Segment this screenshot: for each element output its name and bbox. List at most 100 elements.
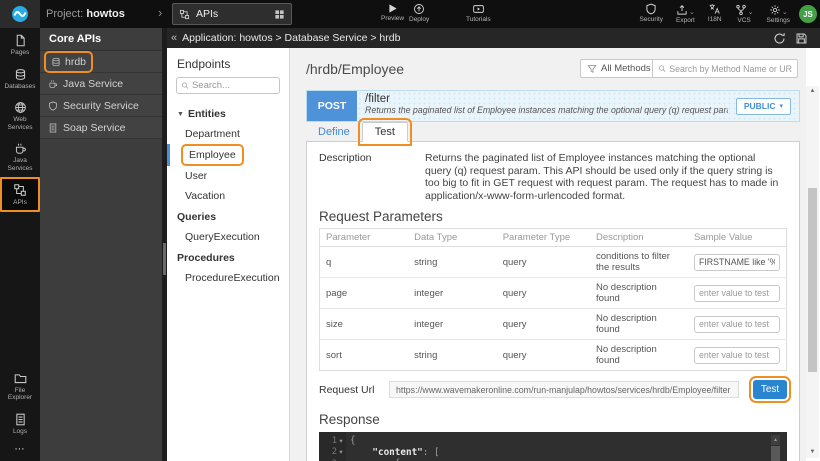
user-avatar[interactable]: JS xyxy=(799,5,817,23)
project-name: Project: howtos xyxy=(46,8,125,20)
sidebar-item-apis[interactable]: APIs xyxy=(0,177,40,212)
save-icon[interactable] xyxy=(795,32,808,45)
tutorials-button[interactable]: Tutorials xyxy=(466,3,491,23)
breadcrumb: Application: howtos > Database Service >… xyxy=(182,32,773,44)
endpoint-item-user[interactable]: User xyxy=(167,166,289,186)
topbar-right-actions: Security ⌄ Export I18N ⌄ VCS ⌄ Settings xyxy=(640,3,790,24)
method-search[interactable] xyxy=(652,59,798,78)
more-options-icon[interactable]: ⋯ xyxy=(0,440,40,461)
services-panel: Core APIs hrdb Java Service Security Ser… xyxy=(40,28,162,461)
param-data-type: string xyxy=(408,247,497,278)
table-row-size: size integer query No description found xyxy=(320,309,787,340)
param-data-type: string xyxy=(408,340,497,371)
endpoint-item-vacation[interactable]: Vacation xyxy=(167,186,289,206)
deploy-button[interactable]: Deploy xyxy=(409,3,429,23)
nav-chevron-icon: › xyxy=(158,5,162,20)
sample-value-input-q[interactable] xyxy=(694,254,780,271)
param-description: No description found xyxy=(590,340,688,371)
method-search-input[interactable] xyxy=(669,64,792,74)
endpoint-item-employee[interactable]: Employee xyxy=(167,144,289,166)
folder-icon xyxy=(14,372,27,385)
chevron-down-icon: ⌄ xyxy=(689,8,695,16)
service-item-soap-service[interactable]: Soap Service xyxy=(40,117,162,139)
service-item-java-service[interactable]: Java Service xyxy=(40,73,162,95)
request-parameters-heading: Request Parameters xyxy=(319,209,787,224)
sample-value-input-sort[interactable] xyxy=(694,347,780,364)
param-description: No description found xyxy=(590,309,688,340)
code-line: { xyxy=(350,435,787,447)
request-url-input[interactable] xyxy=(389,381,739,398)
sidebar-item-file-explorer[interactable]: File Explorer xyxy=(0,366,40,407)
page-title: /hrdb/Employee xyxy=(306,61,404,77)
service-item-hrdb[interactable]: hrdb xyxy=(40,51,162,73)
fold-icon[interactable]: ▾ xyxy=(337,437,345,445)
workspace-tab-label: APIs xyxy=(196,8,268,20)
sidebar-item-databases[interactable]: Databases xyxy=(0,62,40,96)
security-button[interactable]: Security xyxy=(640,3,663,24)
api-accordion-post-filter[interactable]: POST /filter Returns the paginated list … xyxy=(306,90,800,122)
editor-scroll-up-icon[interactable]: ▲ xyxy=(771,435,780,445)
apis-icon xyxy=(179,9,190,20)
gear-icon xyxy=(769,4,781,16)
response-heading: Response xyxy=(319,412,787,427)
tab-test[interactable]: Test xyxy=(362,122,408,142)
collapse-panel-icon[interactable]: « xyxy=(167,32,182,44)
table-header-row: Parameter Data Type Parameter Type Descr… xyxy=(320,229,787,247)
sidebar-item-java-services[interactable]: Java Services xyxy=(0,136,40,177)
i18n-button[interactable]: I18N xyxy=(708,3,722,24)
wavemaker-logo[interactable] xyxy=(0,0,40,28)
param-type: query xyxy=(497,340,590,371)
export-icon xyxy=(676,4,688,16)
workspace-tab-apis[interactable]: APIs xyxy=(172,3,292,25)
param-data-type: integer xyxy=(408,278,497,309)
vcs-button[interactable]: ⌄ VCS xyxy=(735,3,754,24)
test-button[interactable]: Test xyxy=(753,380,787,399)
param-name: sort xyxy=(320,340,409,371)
editor-scrollbar[interactable]: ▲ xyxy=(771,435,780,461)
endpoint-item-department[interactable]: Department xyxy=(167,124,289,144)
grid-menu-icon[interactable] xyxy=(274,9,285,20)
api-path: /filter xyxy=(365,93,728,105)
endpoints-search-input[interactable] xyxy=(192,80,275,91)
panel-scrollbar-thumb[interactable] xyxy=(163,243,166,275)
endpoints-search[interactable] xyxy=(176,77,280,94)
panel-scrollbar[interactable] xyxy=(162,28,167,461)
fold-icon[interactable]: ▾ xyxy=(337,448,345,456)
tab-define[interactable]: Define xyxy=(306,122,362,142)
sidebar-item-logs[interactable]: Logs xyxy=(0,407,40,441)
wavemaker-logo-icon xyxy=(11,5,29,23)
param-type: query xyxy=(497,278,590,309)
soap-service-icon xyxy=(48,123,58,133)
endpoint-item-procedureexecution[interactable]: ProcedureExecution xyxy=(167,268,289,288)
section-entities[interactable]: ▼ Entities xyxy=(167,103,289,124)
response-editor[interactable]: 1▾ 2▾ 3▾ 4 5 6 7 { "content": [ { "empId… xyxy=(319,432,787,461)
table-row-sort: sort string query No description found xyxy=(320,340,787,371)
endpoint-item-queryexecution[interactable]: QueryExecution xyxy=(167,227,289,247)
col-sample-value: Sample Value xyxy=(688,229,787,247)
content-scrollbar-thumb[interactable] xyxy=(808,188,817,372)
sample-value-input-page[interactable] xyxy=(694,285,780,302)
sample-value-input-size[interactable] xyxy=(694,316,780,333)
content-scrollbar[interactable]: ▲ ▼ xyxy=(806,86,819,458)
export-button[interactable]: ⌄ Export xyxy=(676,3,695,24)
sidebar-item-web-services[interactable]: Web Services xyxy=(0,95,40,136)
translate-icon xyxy=(708,3,721,15)
visibility-dropdown[interactable]: PUBLIC ▾ xyxy=(736,98,791,115)
preview-button[interactable]: Preview xyxy=(381,3,404,22)
sidebar-item-pages[interactable]: Pages xyxy=(0,28,40,62)
document-icon xyxy=(14,413,27,426)
section-queries[interactable]: Queries xyxy=(167,206,289,227)
scroll-down-icon[interactable]: ▼ xyxy=(806,447,819,458)
editor-code: { "content": [ { "empId": 5, "firstname"… xyxy=(346,432,787,461)
scroll-up-icon[interactable]: ▲ xyxy=(806,86,819,97)
settings-button[interactable]: ⌄ Settings xyxy=(767,3,791,24)
coffee-cup-icon xyxy=(48,79,58,89)
caret-down-icon: ▼ xyxy=(177,111,184,118)
api-tabs: Define Test xyxy=(306,122,408,142)
description-label: Description xyxy=(319,152,425,202)
service-item-security-service[interactable]: Security Service xyxy=(40,95,162,117)
section-procedures[interactable]: Procedures xyxy=(167,247,289,268)
editor-scrollbar-thumb[interactable] xyxy=(771,446,780,461)
refresh-icon[interactable] xyxy=(773,32,786,45)
param-data-type: integer xyxy=(408,309,497,340)
